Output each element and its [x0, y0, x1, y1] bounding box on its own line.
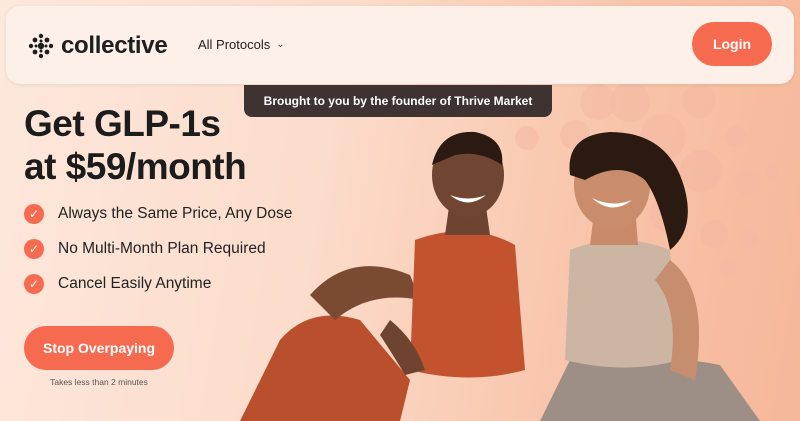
founder-banner: Brought to you by the founder of Thrive …: [244, 85, 552, 117]
feature-label: Always the Same Price, Any Dose: [58, 205, 293, 222]
all-protocols-dropdown[interactable]: All Protocols ⌄: [198, 37, 285, 52]
left-woman-torso: [410, 231, 525, 378]
chevron-down-icon: ⌄: [276, 39, 285, 50]
feature-item: ✓ No Multi-Month Plan Required: [24, 239, 292, 259]
feature-item: ✓ Always the Same Price, Any Dose: [24, 204, 292, 224]
feature-label: Cancel Easily Anytime: [58, 275, 212, 292]
feature-list: ✓ Always the Same Price, Any Dose ✓ No M…: [24, 204, 292, 309]
checkmark-icon: ✓: [24, 204, 44, 224]
headline-line-2: at $59/month: [24, 145, 247, 187]
feature-label: No Multi-Month Plan Required: [58, 240, 266, 257]
right-woman-torso: [565, 240, 680, 368]
left-woman-arm: [310, 266, 420, 320]
cta-note: Takes less than 2 minutes: [50, 377, 148, 387]
checkmark-icon: ✓: [24, 274, 44, 294]
stop-overpaying-button[interactable]: Stop Overpaying: [24, 326, 174, 370]
feature-item: ✓ Cancel Easily Anytime: [24, 274, 292, 294]
checkmark-icon: ✓: [24, 239, 44, 259]
headline-line-1: Get GLP-1s: [24, 103, 221, 144]
collective-logo-icon: [28, 33, 54, 59]
all-protocols-label: All Protocols: [198, 37, 271, 52]
hero-headline: Get GLP-1s at $59/month: [24, 103, 247, 188]
brand-logo[interactable]: collective: [28, 32, 168, 60]
login-button[interactable]: Login: [692, 22, 772, 66]
hero-photo: [240, 131, 760, 421]
brand-name: collective: [61, 32, 168, 59]
top-nav-bar: collective All Protocols ⌄ Login: [6, 6, 794, 84]
